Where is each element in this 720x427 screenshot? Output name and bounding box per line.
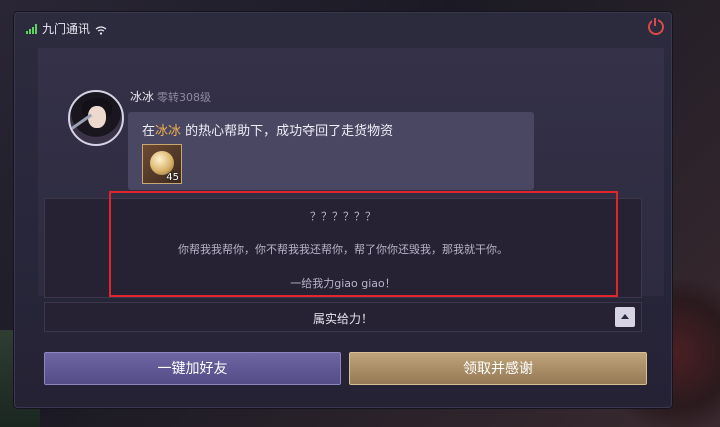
item-quantity: 45	[166, 172, 179, 183]
power-icon[interactable]	[648, 18, 664, 35]
highlight-name: 冰冰	[155, 124, 182, 139]
tagline-text: 属实给力！	[312, 312, 373, 326]
carrier-label: 九门通讯	[42, 22, 91, 36]
avatar[interactable]	[68, 90, 124, 146]
annotation-frame	[109, 191, 618, 297]
expand-up-icon[interactable]	[615, 307, 635, 327]
signal-icon	[26, 23, 37, 34]
sender-name: 冰冰	[130, 90, 155, 104]
wifi-icon	[95, 24, 107, 35]
message-text: 在冰冰 的热心帮助下，成功夺回了走货物资	[142, 124, 394, 139]
tagline-bar: 属实给力！	[44, 302, 642, 332]
reward-item[interactable]: 45	[142, 144, 182, 184]
claim-thanks-button[interactable]: 领取并感谢	[349, 352, 647, 385]
status-bar: 九门通讯	[26, 20, 107, 37]
add-friend-button[interactable]: 一键加好友	[44, 352, 341, 385]
message-bubble: 在冰冰 的热心帮助下，成功夺回了走货物资 45	[128, 112, 534, 190]
sender-level: 零转308级	[157, 91, 211, 104]
